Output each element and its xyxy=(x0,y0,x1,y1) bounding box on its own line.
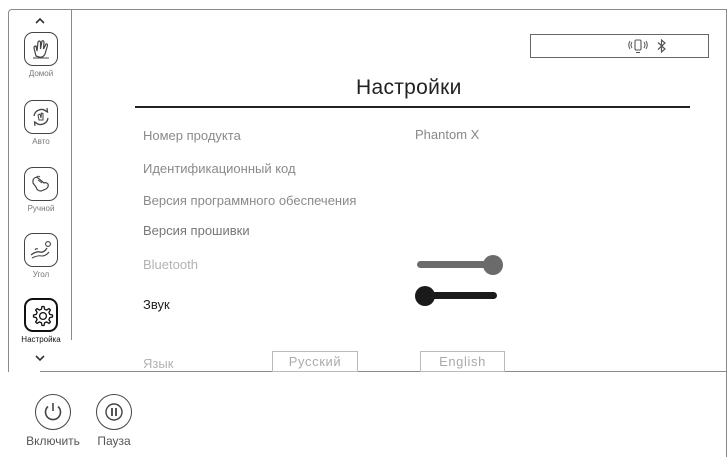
product-number-value: Phantom X xyxy=(415,127,480,142)
sidebar-item-manual[interactable]: Ручной xyxy=(13,167,69,227)
sound-toggle[interactable] xyxy=(415,284,503,308)
sidebar-item-label: Угол xyxy=(32,270,50,279)
angle-recline-icon xyxy=(24,233,58,267)
power-label: Включить xyxy=(26,434,80,448)
sidebar-item-label: Настройка xyxy=(21,335,61,344)
language-russian-button[interactable]: Русский xyxy=(272,351,358,372)
id-code-label: Идентификационный код xyxy=(143,161,296,176)
software-version-label: Версия программного обеспечения xyxy=(143,193,357,208)
language-english-button[interactable]: English xyxy=(420,351,505,372)
power-button[interactable]: Включить xyxy=(18,394,88,448)
sidebar-item-label: Домой xyxy=(28,69,54,78)
frame-top-line xyxy=(70,9,727,10)
vibrate-icon xyxy=(627,38,649,59)
sidebar-divider xyxy=(71,10,72,340)
pause-label: Пауза xyxy=(97,434,131,448)
manual-hand-icon xyxy=(24,167,58,201)
sidebar-item-settings[interactable]: Настройка xyxy=(13,298,69,358)
sidebar-item-label: Ручной xyxy=(27,204,55,213)
sidebar-item-label: Авто xyxy=(32,137,50,146)
pause-button[interactable]: Пауза xyxy=(88,394,140,448)
home-hand-icon xyxy=(24,32,58,66)
sidebar-item-home[interactable]: Домой xyxy=(13,32,69,92)
sound-toggle-knob[interactable] xyxy=(415,286,435,306)
auto-cycle-icon xyxy=(24,100,58,134)
sound-label: Звук xyxy=(143,297,170,312)
bluetooth-toggle[interactable] xyxy=(417,253,503,277)
sidebar-item-angle[interactable]: Угол xyxy=(13,233,69,293)
product-number-label: Номер продукта xyxy=(143,128,241,143)
sidebar: Домой Авто Ручной Угол Настройка xyxy=(8,9,72,372)
gear-icon xyxy=(24,298,58,332)
page-title: Настройки xyxy=(356,76,462,99)
chevron-up-icon[interactable] xyxy=(32,16,48,28)
bluetooth-toggle-knob[interactable] xyxy=(483,255,503,275)
chevron-down-icon[interactable] xyxy=(32,353,48,365)
sidebar-item-auto[interactable]: Авто xyxy=(13,100,69,160)
status-bar xyxy=(530,34,709,58)
frame-bottom-line xyxy=(40,371,727,372)
title-divider xyxy=(135,106,690,108)
language-label: Язык xyxy=(143,356,174,371)
bluetooth-label: Bluetooth xyxy=(143,257,198,272)
pause-icon xyxy=(96,394,132,430)
firmware-version-label: Версия прошивки xyxy=(143,223,250,238)
power-icon xyxy=(35,394,71,430)
bluetooth-icon xyxy=(655,38,669,59)
